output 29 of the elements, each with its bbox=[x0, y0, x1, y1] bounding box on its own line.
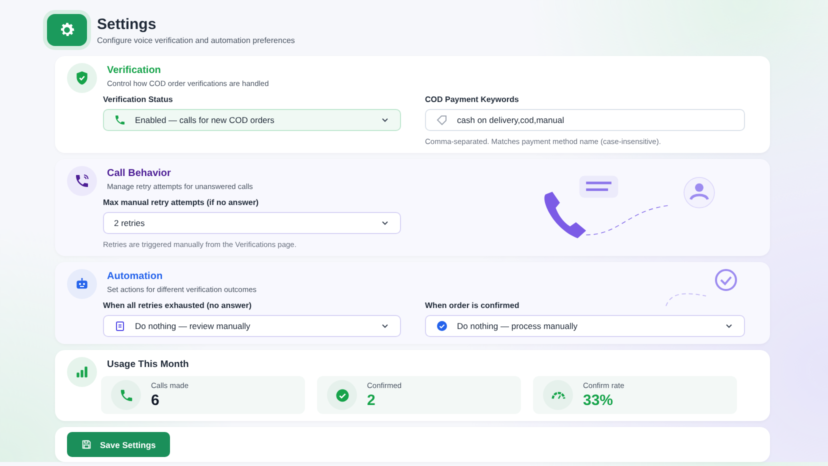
save-button[interactable]: Save Settings bbox=[67, 432, 170, 457]
bar-chart-icon bbox=[74, 364, 90, 380]
keywords-field[interactable]: cash on delivery,cod,manual bbox=[425, 109, 745, 131]
field-label: COD Payment Keywords bbox=[425, 95, 520, 104]
clipboard-icon bbox=[114, 320, 126, 332]
check-circle-icon bbox=[334, 388, 350, 402]
section-title: Call Behavior bbox=[107, 168, 172, 179]
stat-value: 33% bbox=[583, 392, 614, 409]
check-circle-icon bbox=[436, 320, 448, 332]
section-title: Automation bbox=[107, 271, 164, 282]
phone-icon bbox=[114, 114, 126, 126]
dropdown[interactable]: Do nothing — review manually bbox=[103, 315, 401, 337]
phone-icon bbox=[74, 173, 90, 189]
section-title: Verification bbox=[107, 65, 162, 76]
field-label: Max manual retry attempts (if no answer) bbox=[103, 198, 260, 207]
field-label: When order is confirmed bbox=[425, 301, 520, 310]
field-label: Verification Status bbox=[103, 95, 174, 104]
page-title: Settings bbox=[97, 16, 158, 32]
field-label: When all retries exhausted (no answer) bbox=[103, 301, 252, 310]
stat-value: 6 bbox=[151, 392, 160, 409]
tag-icon bbox=[436, 114, 448, 126]
dropdown[interactable]: Do nothing — process manually bbox=[425, 315, 745, 337]
stat-value: 2 bbox=[367, 392, 376, 409]
page-subtitle: Configure voice verification and automation preferences bbox=[97, 36, 295, 44]
dropdown[interactable]: 2 retries bbox=[103, 212, 401, 234]
section-title: Usage This Month bbox=[107, 359, 190, 370]
phone-icon bbox=[118, 388, 134, 402]
dropdown[interactable]: Enabled — calls for new COD orders bbox=[103, 109, 401, 131]
shield-icon bbox=[74, 70, 90, 86]
